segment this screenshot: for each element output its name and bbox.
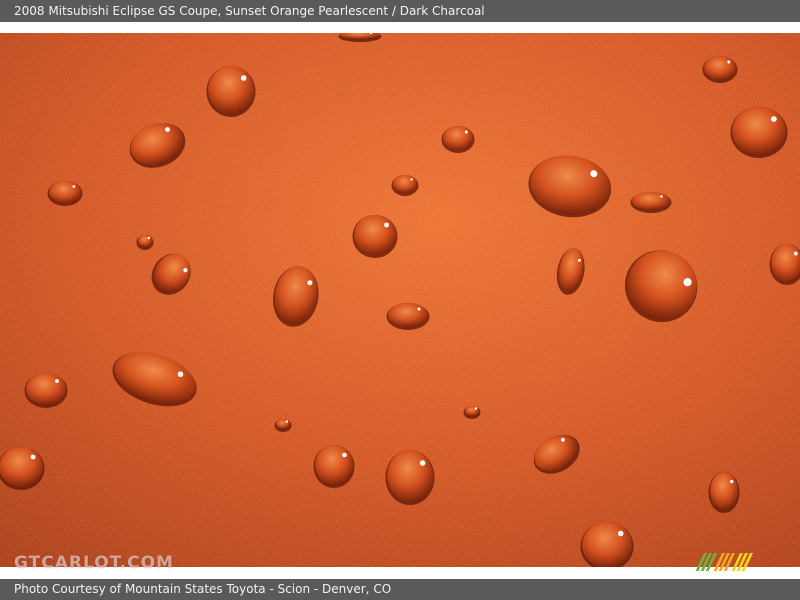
water-droplet — [708, 472, 740, 513]
credit-bar: Photo Courtesy of Mountain States Toyota… — [0, 579, 800, 600]
caption-bar: 2008 Mitsubishi Eclipse GS Coupe, Sunset… — [0, 0, 800, 22]
image-caption: 2008 Mitsubishi Eclipse GS Coupe, Sunset… — [14, 4, 485, 18]
water-droplet — [463, 406, 481, 419]
water-droplet — [274, 419, 292, 432]
water-droplet — [313, 445, 355, 488]
water-droplet — [385, 450, 435, 505]
water-droplet — [386, 303, 430, 330]
photo-credit: Photo Courtesy of Mountain States Toyota… — [14, 582, 392, 596]
site-watermark: GTCARLOT.COM — [14, 553, 174, 573]
photo-svg — [0, 33, 800, 567]
water-droplet — [441, 126, 475, 153]
water-droplet — [630, 192, 672, 213]
water-droplet — [136, 235, 154, 250]
paint-color-photo — [0, 33, 800, 567]
water-droplet — [352, 215, 398, 258]
water-droplet — [206, 66, 256, 117]
water-droplet — [47, 181, 83, 206]
water-droplet — [24, 373, 68, 408]
striped-logo-icon — [696, 553, 753, 571]
water-droplet — [730, 107, 788, 158]
water-droplet — [702, 56, 738, 83]
water-droplet — [391, 175, 419, 196]
